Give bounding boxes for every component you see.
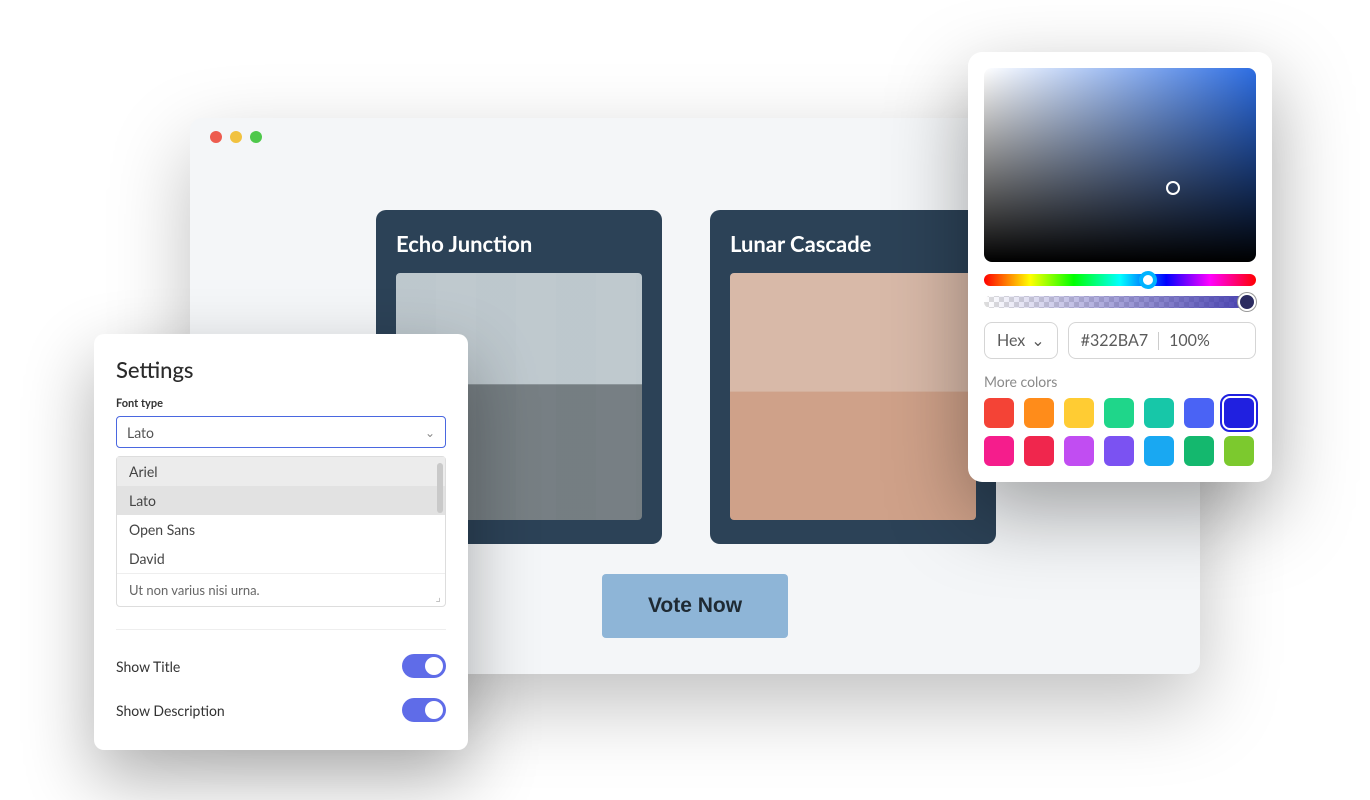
color-swatch[interactable]: [1224, 398, 1254, 428]
color-swatch-grid: [984, 398, 1256, 466]
color-gradient-area[interactable]: [984, 68, 1256, 262]
opacity-value: 100%: [1169, 331, 1210, 350]
color-format-value: Hex: [997, 331, 1025, 350]
show-description-toggle[interactable]: [402, 698, 446, 722]
font-type-select[interactable]: Lato ⌄: [116, 416, 446, 448]
vote-button[interactable]: Vote Now: [602, 574, 788, 638]
more-colors-label: More colors: [984, 373, 1256, 390]
color-swatch[interactable]: [1104, 436, 1134, 466]
color-format-select[interactable]: Hex ⌄: [984, 322, 1058, 359]
color-swatch[interactable]: [1184, 436, 1214, 466]
poll-card-image: [730, 273, 976, 520]
show-title-row: Show Title: [116, 644, 446, 688]
color-picker-panel: Hex ⌄ #322BA7 100% More colors: [968, 52, 1272, 482]
hex-value: #322BA7: [1081, 331, 1148, 350]
show-description-row: Show Description: [116, 688, 446, 732]
color-swatch[interactable]: [1024, 436, 1054, 466]
window-maximize-icon[interactable]: [250, 131, 262, 143]
color-swatch[interactable]: [1224, 436, 1254, 466]
font-type-selected-value: Lato: [127, 424, 154, 441]
color-swatch[interactable]: [1184, 398, 1214, 428]
color-swatch[interactable]: [1144, 398, 1174, 428]
poll-card-title: Echo Junction: [396, 230, 642, 257]
color-swatch[interactable]: [1144, 436, 1174, 466]
color-swatch[interactable]: [1024, 398, 1054, 428]
font-type-label: Font type: [116, 397, 446, 410]
divider: [1158, 332, 1159, 350]
chevron-down-icon: ⌄: [1031, 331, 1044, 350]
color-swatch[interactable]: [1064, 436, 1094, 466]
window-close-icon[interactable]: [210, 131, 222, 143]
divider: [116, 629, 446, 630]
font-option[interactable]: Lato: [117, 486, 445, 515]
hue-slider-thumb[interactable]: [1139, 271, 1157, 289]
font-preview-textarea[interactable]: Ut non varius nisi urna. ⌟: [117, 573, 445, 606]
show-description-label: Show Description: [116, 702, 225, 719]
color-swatch[interactable]: [1064, 398, 1094, 428]
font-option[interactable]: David: [117, 544, 445, 573]
color-swatch[interactable]: [984, 398, 1014, 428]
textarea-value: Ut non varius nisi urna.: [129, 582, 260, 598]
color-swatch[interactable]: [1104, 398, 1134, 428]
show-title-label: Show Title: [116, 658, 180, 675]
font-type-dropdown: Ariel Lato Open Sans David Ut non varius…: [116, 456, 446, 607]
color-gradient-cursor[interactable]: [1166, 181, 1180, 195]
resize-handle-icon[interactable]: ⌟: [435, 589, 441, 604]
alpha-slider[interactable]: [984, 296, 1256, 308]
alpha-slider-thumb[interactable]: [1238, 293, 1256, 311]
hue-slider[interactable]: [984, 274, 1256, 286]
font-option[interactable]: Open Sans: [117, 515, 445, 544]
settings-title: Settings: [116, 356, 446, 383]
color-value-input[interactable]: #322BA7 100%: [1068, 322, 1256, 359]
poll-card-title: Lunar Cascade: [730, 230, 976, 257]
color-value-row: Hex ⌄ #322BA7 100%: [984, 322, 1256, 359]
settings-panel: Settings Font type Lato ⌄ Ariel Lato Ope…: [94, 334, 468, 750]
color-swatch[interactable]: [984, 436, 1014, 466]
poll-card[interactable]: Lunar Cascade: [710, 210, 996, 544]
show-title-toggle[interactable]: [402, 654, 446, 678]
chevron-down-icon: ⌄: [425, 425, 435, 440]
window-minimize-icon[interactable]: [230, 131, 242, 143]
dropdown-scrollbar[interactable]: [437, 463, 443, 513]
font-option[interactable]: Ariel: [117, 457, 445, 486]
